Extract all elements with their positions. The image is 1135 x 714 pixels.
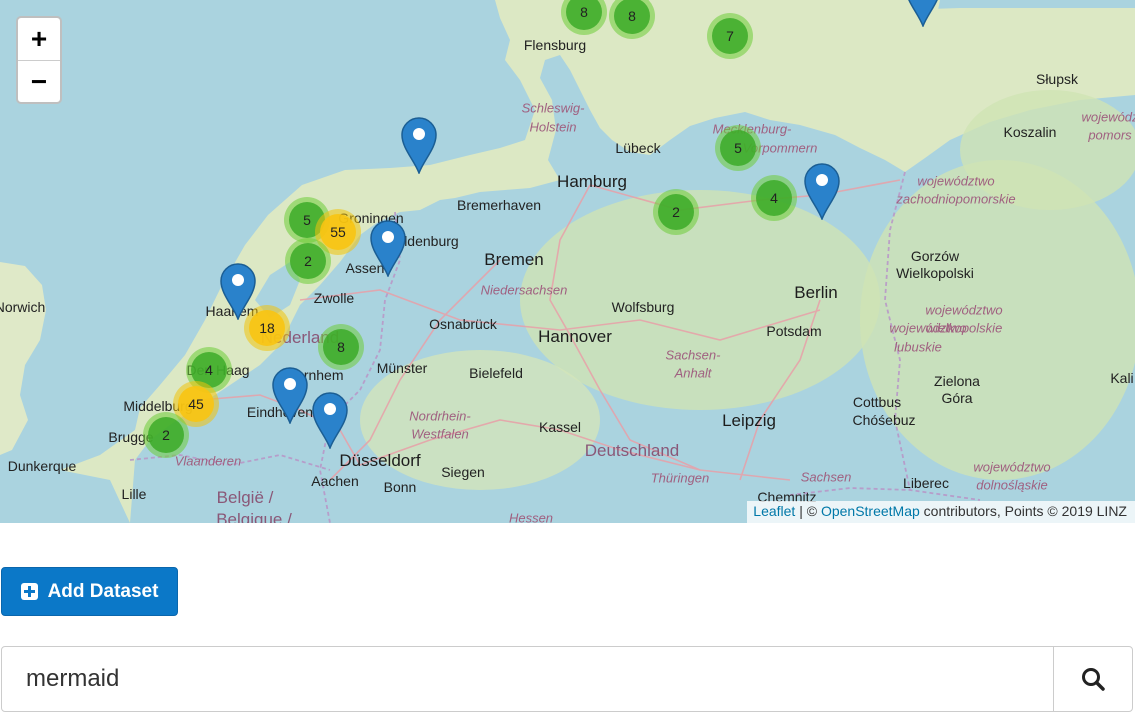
cluster-count: 45 (178, 386, 214, 422)
zoom-in-button[interactable]: + (18, 18, 60, 61)
osm-link[interactable]: OpenStreetMap (821, 503, 920, 519)
marker-cluster[interactable]: 4 (751, 175, 797, 221)
leaflet-link[interactable]: Leaflet (753, 503, 795, 519)
search-input[interactable] (2, 647, 1053, 711)
search-icon (1082, 668, 1105, 691)
cluster-count: 2 (658, 194, 694, 230)
map-attribution: Leaflet | © OpenStreetMap contributors, … (747, 501, 1135, 523)
add-dataset-label: Add Dataset (47, 580, 159, 602)
add-dataset-button[interactable]: Add Dataset (1, 567, 178, 616)
search-bar (1, 646, 1133, 712)
map-view[interactable]: Flensburg Schleswig- Holstein Lübeck Hamburg… (0, 0, 1135, 523)
search-button[interactable] (1053, 647, 1132, 711)
attribution-suffix: contributors, Points © 2019 LINZ (919, 503, 1127, 519)
cluster-count: 8 (323, 329, 359, 365)
zoom-out-button[interactable]: − (18, 61, 60, 103)
map-marker-pin-icon[interactable] (400, 116, 438, 176)
marker-cluster[interactable]: 5 (715, 125, 761, 171)
cluster-count: 55 (320, 214, 356, 250)
map-marker-pin-icon[interactable] (904, 0, 942, 29)
map-marker-pin-icon[interactable] (271, 366, 309, 426)
map-marker-pin-icon[interactable] (219, 262, 257, 322)
map-marker-pin-icon[interactable] (369, 219, 407, 279)
cluster-count: 2 (148, 417, 184, 453)
cluster-count: 5 (720, 130, 756, 166)
zoom-control: + − (16, 16, 62, 104)
map-marker-pin-icon[interactable] (803, 162, 841, 222)
attribution-separator: | © (795, 503, 821, 519)
cluster-count: 7 (712, 18, 748, 54)
marker-cluster[interactable]: 8 (318, 324, 364, 370)
map-marker-pin-icon[interactable] (311, 391, 349, 451)
cluster-count: 8 (614, 0, 650, 34)
cluster-count: 2 (290, 243, 326, 279)
marker-cluster[interactable]: 7 (707, 13, 753, 59)
cluster-count: 8 (566, 0, 602, 30)
marker-cluster[interactable]: 2 (653, 189, 699, 235)
marker-cluster[interactable]: 2 (143, 412, 189, 458)
plus-square-icon (20, 583, 38, 600)
marker-cluster[interactable]: 2 (285, 238, 331, 284)
cluster-count: 4 (756, 180, 792, 216)
